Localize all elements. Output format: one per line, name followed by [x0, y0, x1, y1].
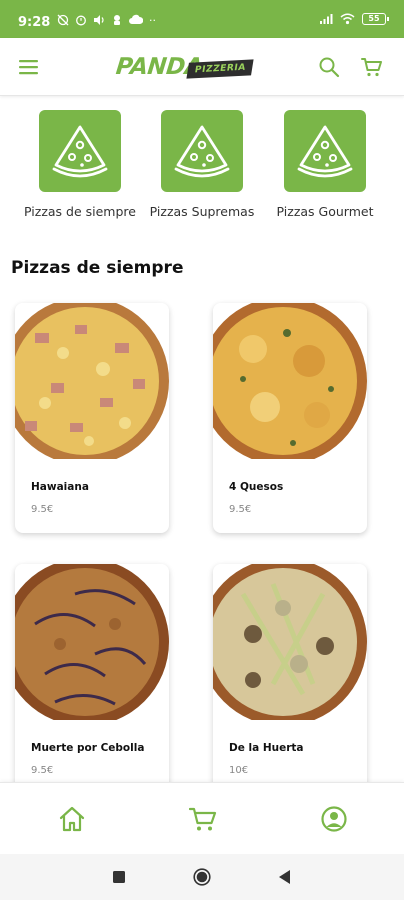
- product-name: Hawaiana: [31, 481, 89, 493]
- pizza-slice-icon: [297, 125, 353, 178]
- category-label: Pizzas Supremas: [149, 204, 255, 219]
- category-pizzas-supremas[interactable]: Pizzas Supremas: [137, 110, 267, 219]
- battery-indicator: 55: [362, 13, 389, 25]
- home-icon[interactable]: [58, 805, 86, 833]
- category-tile: [284, 110, 366, 192]
- product-price: 9.5€: [31, 504, 54, 515]
- pizza-slice-icon: [52, 125, 108, 178]
- cart-icon[interactable]: [361, 56, 383, 78]
- more-icon: ··: [149, 14, 156, 27]
- search-icon[interactable]: [318, 56, 340, 78]
- logo-tag-text: PIZZERIA: [186, 59, 254, 79]
- product-price: 9.5€: [229, 504, 252, 515]
- pizza-image: [213, 564, 367, 720]
- product-price: 10€: [229, 765, 249, 776]
- alarm-off-icon: [57, 14, 69, 26]
- pizza-image: [15, 303, 169, 459]
- product-name: Muerte por Cebolla: [31, 742, 145, 754]
- category-tile: [161, 110, 243, 192]
- volume-icon: [94, 15, 104, 25]
- profile-icon[interactable]: [320, 805, 348, 833]
- pizza-slice-icon: [174, 125, 230, 178]
- system-navigation-bar: [0, 854, 404, 900]
- category-label: Pizzas de siempre: [24, 204, 136, 219]
- product-name: 4 Quesos: [229, 481, 284, 493]
- section-title: Pizzas de siempre: [11, 258, 184, 278]
- pizza-image: [15, 564, 169, 720]
- category-list: Pizzas de siempre Pizzas Supremas Pizzas…: [0, 110, 404, 230]
- brand-logo[interactable]: PANDA PIZZERIA: [115, 52, 256, 84]
- product-card-4-quesos[interactable]: 4 Quesos 9.5€: [213, 303, 367, 533]
- category-pizzas-gourmet[interactable]: Pizzas Gourmet: [260, 110, 390, 219]
- status-system-icons: 55: [319, 13, 389, 25]
- product-price: 9.5€: [31, 765, 54, 776]
- app-bar: PANDA PIZZERIA: [0, 38, 404, 96]
- status-bar: 9:28 ·· 55: [0, 0, 404, 38]
- status-time: 9:28: [18, 15, 51, 30]
- cloud-icon: [129, 14, 143, 24]
- category-label: Pizzas Gourmet: [276, 204, 374, 219]
- product-card-muerte-por-cebolla[interactable]: Muerte por Cebolla 9.5€: [15, 564, 169, 794]
- product-card-de-la-huerta[interactable]: De la Huerta 10€: [213, 564, 367, 794]
- bottom-navigation: [0, 782, 404, 854]
- product-card-hawaiana[interactable]: Hawaiana 9.5€: [15, 303, 169, 533]
- menu-icon[interactable]: [18, 56, 40, 78]
- category-pizzas-de-siempre[interactable]: Pizzas de siempre: [15, 110, 145, 219]
- status-notification-icons: ··: [57, 14, 156, 27]
- recent-apps-icon[interactable]: [113, 871, 125, 883]
- accessibility-icon: [114, 15, 120, 25]
- back-icon[interactable]: [279, 870, 291, 884]
- signal-icon: [320, 14, 333, 24]
- product-name: De la Huerta: [229, 742, 304, 754]
- pizza-image: [213, 303, 367, 459]
- home-button-icon[interactable]: [193, 868, 211, 886]
- wifi-icon: [340, 13, 355, 25]
- alarm-icon: [76, 15, 86, 26]
- cart-icon[interactable]: [189, 805, 217, 833]
- category-tile: [39, 110, 121, 192]
